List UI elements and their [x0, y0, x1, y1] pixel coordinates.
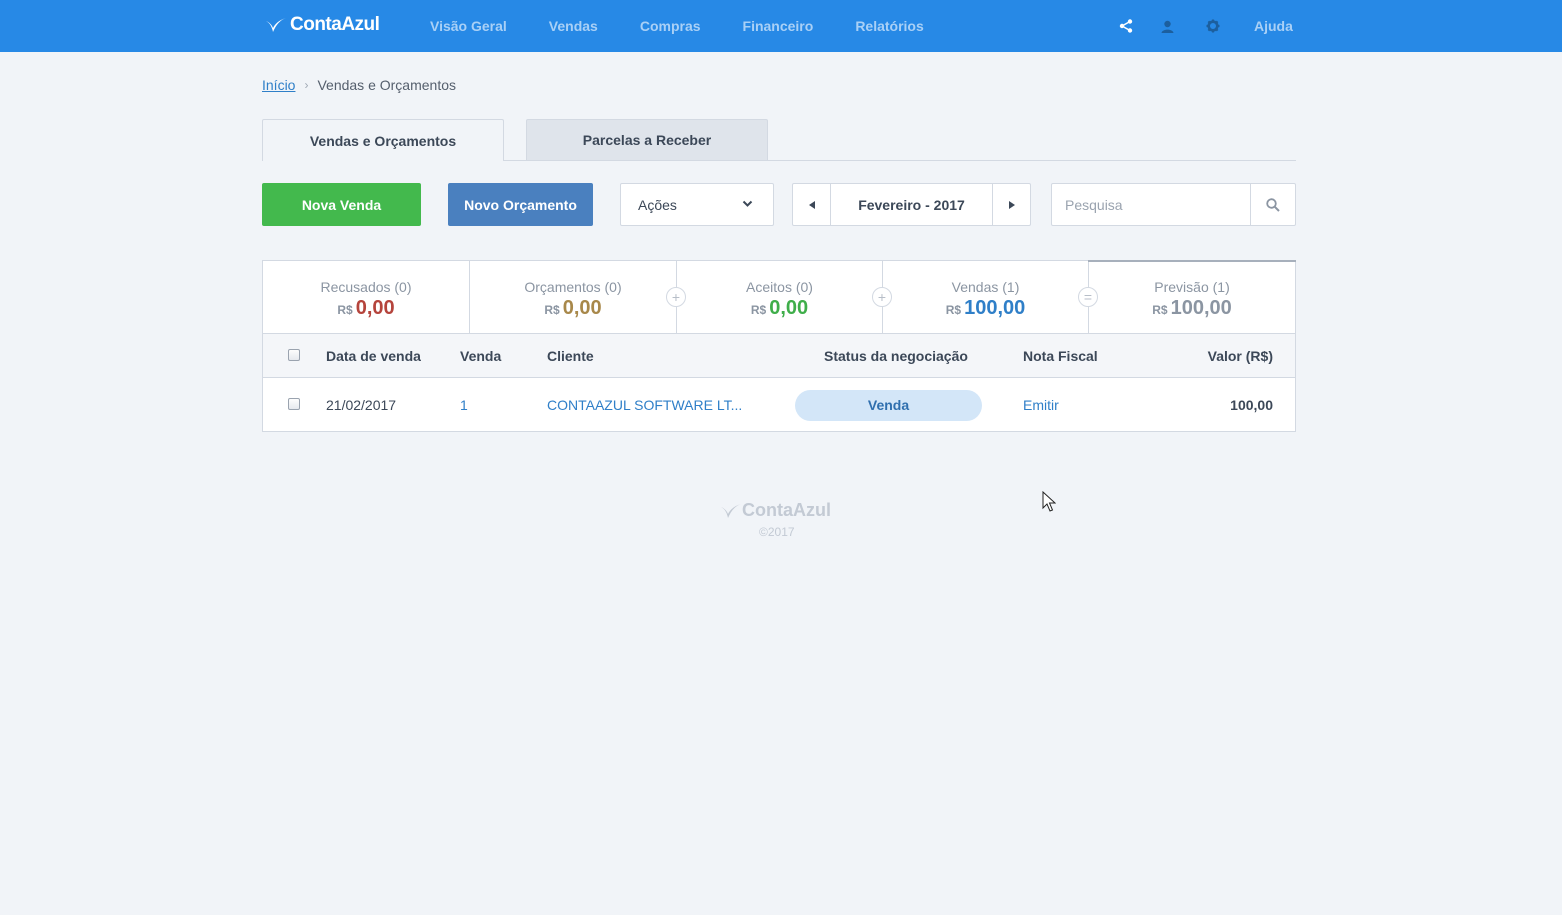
select-all-checkbox[interactable] — [288, 349, 300, 361]
column-header-invoice[interactable]: Nota Fiscal — [1023, 348, 1098, 364]
summary-recusados[interactable]: Recusados (0) R$ 0,00 — [263, 261, 469, 333]
sales-panel: Recusados (0) R$ 0,00 Orçamentos (0) R$ 0,… — [262, 260, 1296, 432]
tab-vendas-orcamentos[interactable]: Vendas e Orçamentos — [262, 119, 504, 161]
sale-date: 21/02/2017 — [326, 397, 397, 413]
nav-vendas[interactable]: Vendas — [549, 18, 598, 34]
caret-right-icon — [1008, 200, 1015, 209]
breadcrumb: Início › Vendas e Orçamentos — [262, 77, 456, 93]
summary-value: R$ 0,00 — [470, 297, 676, 320]
currency-label: R$ — [337, 303, 353, 317]
footer-logo-text: ContaAzul — [742, 500, 831, 520]
client-link[interactable]: CONTAAZUL SOFTWARE LT... — [547, 397, 742, 413]
search-box — [1051, 183, 1296, 226]
period-label: Fevereiro - 2017 — [858, 196, 965, 213]
actions-dropdown[interactable]: Ações — [620, 183, 774, 226]
share-icon[interactable] — [1118, 18, 1134, 34]
currency-label: R$ — [544, 303, 560, 317]
column-header-number[interactable]: Venda — [460, 348, 501, 364]
breadcrumb-home-link[interactable]: Início — [262, 77, 295, 93]
column-header-client[interactable]: Cliente — [547, 348, 594, 364]
summary-vendas[interactable]: Vendas (1) R$ 100,00 — [883, 261, 1088, 333]
leaf-logo-icon — [266, 18, 286, 32]
status-badge: Venda — [795, 390, 982, 421]
summary-previsao[interactable]: Previsão (1) R$ 100,00 — [1089, 261, 1295, 333]
table-header: Data de venda Venda Cliente Status da ne… — [263, 334, 1295, 378]
period-selector: Fevereiro - 2017 — [792, 183, 1031, 226]
footer-logo: ContaAzul — [720, 500, 831, 521]
nav-visao-geral[interactable]: Visão Geral — [430, 18, 507, 34]
summary-orcamentos[interactable]: Orçamentos (0) R$ 0,00 — [470, 261, 676, 333]
summary-label: Orçamentos (0) — [524, 279, 622, 295]
sale-value: 100,00 — [1230, 397, 1273, 413]
mouse-cursor-icon — [1042, 491, 1056, 512]
summary-label: Aceitos (0) — [746, 279, 813, 295]
next-month-button[interactable] — [992, 184, 1030, 225]
copyright: ©2017 — [759, 525, 795, 539]
tab-parcelas-receber[interactable]: Parcelas a Receber — [526, 119, 768, 160]
chevron-down-icon — [742, 200, 753, 207]
summary-label: Recusados (0) — [320, 279, 412, 295]
contaazul-logo[interactable]: ContaAzul — [265, 13, 380, 37]
summary-amount: 0,00 — [562, 297, 602, 319]
summary-amount: 100,00 — [964, 297, 1026, 319]
summary-label: Previsão (1) — [1154, 279, 1230, 295]
emit-invoice-link[interactable]: Emitir — [1023, 397, 1059, 413]
summary-bar: Recusados (0) R$ 0,00 Orçamentos (0) R$ 0,… — [263, 260, 1296, 334]
sale-number-link[interactable]: 1 — [460, 397, 468, 413]
prev-month-button[interactable] — [793, 184, 831, 225]
breadcrumb-current: Vendas e Orçamentos — [317, 77, 456, 93]
summary-value: R$ 0,00 — [677, 297, 882, 320]
row-checkbox[interactable] — [288, 398, 300, 410]
summary-label: Vendas (1) — [951, 279, 1020, 295]
column-header-value[interactable]: Valor (R$) — [1208, 348, 1273, 364]
caret-left-icon — [808, 200, 815, 209]
summary-value: R$ 0,00 — [263, 297, 469, 320]
summary-value: R$ 100,00 — [883, 297, 1088, 320]
nav-compras[interactable]: Compras — [640, 18, 701, 34]
actions-label: Ações — [638, 196, 677, 213]
top-navbar: ContaAzul Visão Geral Vendas Compras Fin… — [0, 0, 1562, 52]
currency-label: R$ — [750, 303, 767, 317]
new-quote-button[interactable]: Novo Orçamento — [448, 183, 593, 226]
help-link[interactable]: Ajuda — [1254, 18, 1293, 34]
main-nav: Visão Geral Vendas Compras Financeiro Re… — [430, 0, 966, 52]
summary-amount: 0,00 — [355, 297, 395, 319]
summary-value: R$ 100,00 — [1089, 297, 1295, 320]
search-input[interactable] — [1052, 184, 1252, 225]
nav-financeiro[interactable]: Financeiro — [743, 18, 814, 34]
user-icon[interactable] — [1159, 18, 1175, 34]
search-icon — [1266, 197, 1280, 212]
new-sale-button[interactable]: Nova Venda — [262, 183, 421, 226]
search-button[interactable] — [1250, 184, 1295, 225]
summary-amount: 0,00 — [769, 297, 809, 319]
summary-aceitos[interactable]: Aceitos (0) R$ 0,00 — [677, 261, 882, 333]
chevron-right-icon: › — [304, 78, 309, 92]
summary-amount: 100,00 — [1170, 297, 1232, 319]
nav-relatorios[interactable]: Relatórios — [855, 18, 923, 34]
gear-icon[interactable] — [1205, 18, 1221, 34]
column-header-date[interactable]: Data de venda — [326, 348, 421, 364]
leaf-logo-icon — [721, 503, 741, 518]
logo-text: ContaAzul — [290, 14, 380, 35]
currency-label: R$ — [1152, 303, 1168, 317]
currency-label: R$ — [945, 303, 962, 317]
column-header-status[interactable]: Status da negociação — [824, 348, 968, 364]
table-row[interactable]: 21/02/2017 1 CONTAAZUL SOFTWARE LT... Ve… — [263, 378, 1295, 431]
